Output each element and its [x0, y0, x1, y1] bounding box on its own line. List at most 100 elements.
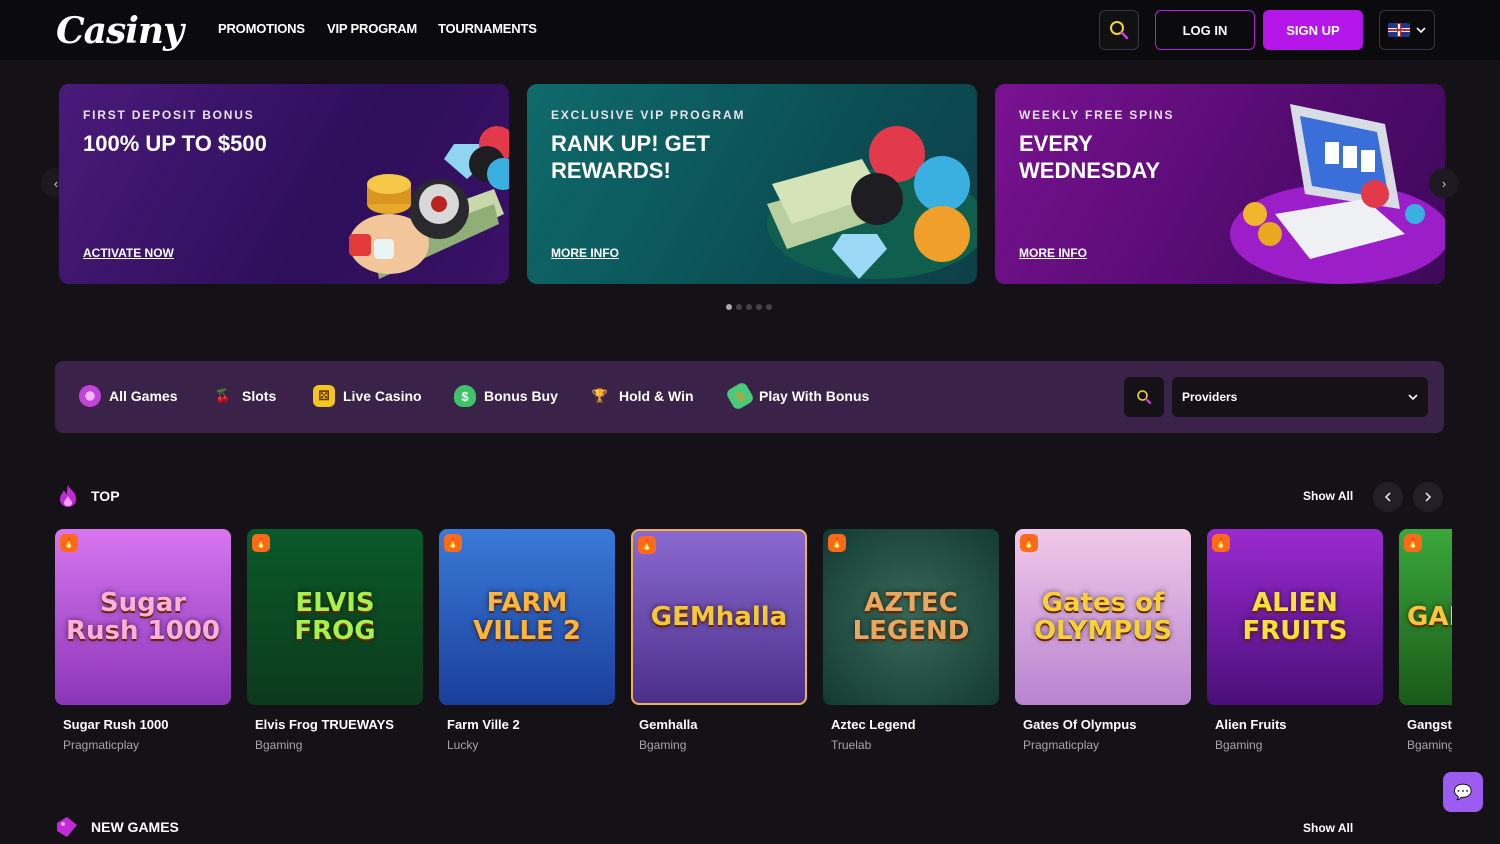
- game-card[interactable]: 🔥 ALIEN FRUITS Alien Fruits Bgaming: [1207, 529, 1383, 752]
- slot-computer-illustration: [1230, 104, 1445, 284]
- game-art-title: AZTEC LEGEND: [852, 588, 970, 646]
- login-button[interactable]: LOG IN: [1155, 10, 1255, 50]
- nav-tournaments[interactable]: TOURNAMENTS: [438, 21, 537, 36]
- banner-title: EVERY WEDNESDAY: [1019, 131, 1160, 183]
- category-live-casino[interactable]: ⚄ Live Casino: [313, 385, 422, 407]
- hot-badge-icon: 🔥: [1020, 534, 1038, 552]
- chevron-right-icon: [1425, 492, 1432, 502]
- game-provider: Pragmaticplay: [63, 738, 140, 752]
- top-next-button[interactable]: [1413, 482, 1443, 512]
- game-name: Gates Of Olympus: [1023, 717, 1137, 732]
- search-icon: [1137, 390, 1151, 404]
- casiny-logo[interactable]: Casiny: [56, 10, 184, 52]
- carousel-dot[interactable]: [736, 304, 742, 310]
- game-name: Elvis Frog TRUEWAYS: [255, 717, 394, 732]
- game-art-title: GEMhalla: [650, 602, 788, 632]
- game-name: Farm Ville 2: [447, 717, 520, 732]
- category-hold-and-win[interactable]: 🏆 Hold & Win: [589, 385, 694, 407]
- trophy-icon: 🏆: [591, 388, 609, 403]
- signup-button[interactable]: SIGN UP: [1263, 10, 1363, 50]
- game-provider: Bgaming: [1407, 738, 1452, 752]
- banner-weekly-free-spins[interactable]: WEEKLY FREE SPINS EVERY WEDNESDAY MORE I…: [995, 84, 1445, 284]
- game-card[interactable]: 🔥 GAN Gangsta Bgaming: [1399, 529, 1452, 752]
- providers-select[interactable]: Providers: [1172, 377, 1428, 417]
- carousel-dot[interactable]: [756, 304, 762, 310]
- providers-placeholder: Providers: [1182, 390, 1238, 404]
- game-provider: Bgaming: [255, 738, 303, 752]
- more-info-link[interactable]: MORE INFO: [1019, 246, 1087, 260]
- hot-badge-icon: 🔥: [638, 536, 656, 554]
- dice-icon: ⚄: [313, 385, 335, 407]
- game-name: Gangsta: [1407, 717, 1452, 732]
- chevron-left-icon: [1384, 492, 1391, 502]
- banner-vip-program[interactable]: EXCLUSIVE VIP PROGRAM RANK UP! GET REWAR…: [527, 84, 977, 284]
- game-card[interactable]: 🔥 GEMhalla Gemhalla Bgaming: [631, 529, 807, 752]
- new-tag-icon: [57, 817, 77, 837]
- category-bar: All Games 🍒 Slots ⚄ Live Casino $ Bonus …: [55, 361, 1444, 433]
- game-name: Aztec Legend: [831, 717, 916, 732]
- banner-first-deposit[interactable]: FIRST DEPOSIT BONUS 100% UP TO $500 ACTI…: [59, 84, 509, 284]
- bonus-icon: $: [724, 380, 756, 412]
- nav-promotions[interactable]: PROMOTIONS: [218, 21, 305, 36]
- all-games-icon: [79, 385, 101, 407]
- game-thumbnail: 🔥 FARM VILLE 2: [439, 529, 615, 705]
- casino-chips-illustration: [349, 126, 509, 279]
- game-card[interactable]: 🔥 FARM VILLE 2 Farm Ville 2 Lucky: [439, 529, 615, 752]
- game-name: Sugar Rush 1000: [63, 717, 169, 732]
- category-slots[interactable]: 🍒 Slots: [212, 385, 276, 407]
- carousel-next-button[interactable]: ›: [1429, 168, 1459, 198]
- category-all-games[interactable]: All Games: [79, 385, 177, 407]
- cherry-icon: 🍒: [214, 388, 232, 403]
- banner-title: RANK UP! GET REWARDS!: [551, 131, 710, 183]
- category-label: Bonus Buy: [484, 388, 558, 404]
- game-thumbnail: 🔥 AZTEC LEGEND: [823, 529, 999, 705]
- language-selector[interactable]: [1379, 10, 1435, 50]
- chat-support-button[interactable]: 💬: [1443, 772, 1483, 812]
- carousel-dot[interactable]: [726, 304, 732, 310]
- banner-kicker: WEEKLY FREE SPINS: [1019, 108, 1175, 122]
- show-all-new-games[interactable]: Show All: [1303, 821, 1353, 835]
- game-provider: Bgaming: [1215, 738, 1263, 752]
- games-search-button[interactable]: [1124, 377, 1164, 417]
- activate-now-link[interactable]: ACTIVATE NOW: [83, 246, 174, 260]
- game-thumbnail: 🔥 ELVIS FROG: [247, 529, 423, 705]
- game-art-title: FARM VILLE 2: [473, 588, 581, 646]
- show-all-top[interactable]: Show All: [1303, 489, 1353, 503]
- uk-flag-icon: [1388, 23, 1410, 37]
- game-thumbnail: 🔥 GAN: [1399, 529, 1452, 705]
- category-play-with-bonus[interactable]: $ Play With Bonus: [724, 380, 869, 412]
- header-search-button[interactable]: [1099, 10, 1139, 50]
- carousel-dot[interactable]: [746, 304, 752, 310]
- section-title-top: TOP: [91, 488, 120, 504]
- hot-badge-icon: 🔥: [444, 534, 462, 552]
- game-thumbnail: 🔥 Sugar Rush 1000: [55, 529, 231, 705]
- more-info-link[interactable]: MORE INFO: [551, 246, 619, 260]
- game-thumbnail: 🔥 ALIEN FRUITS: [1207, 529, 1383, 705]
- banner-kicker: FIRST DEPOSIT BONUS: [83, 108, 255, 122]
- game-name: Gemhalla: [639, 717, 698, 732]
- game-thumbnail: 🔥 GEMhalla: [631, 529, 807, 705]
- game-art-title: Gates of OLYMPUS: [1033, 588, 1173, 646]
- hot-badge-icon: 🔥: [828, 534, 846, 552]
- category-bonus-buy[interactable]: $ Bonus Buy: [454, 385, 558, 407]
- game-card[interactable]: 🔥 AZTEC LEGEND Aztec Legend Truelab: [823, 529, 999, 752]
- game-name: Alien Fruits: [1215, 717, 1287, 732]
- carousel-dots: [726, 304, 772, 310]
- game-card[interactable]: 🔥 Sugar Rush 1000 Sugar Rush 1000 Pragma…: [55, 529, 231, 752]
- hot-badge-icon: 🔥: [1212, 534, 1230, 552]
- game-card[interactable]: 🔥 Gates of OLYMPUS Gates Of Olympus Prag…: [1015, 529, 1191, 752]
- category-label: Hold & Win: [619, 388, 694, 404]
- money-bag-icon: $: [454, 385, 476, 407]
- game-provider: Bgaming: [639, 738, 687, 752]
- banner-kicker: EXCLUSIVE VIP PROGRAM: [551, 108, 746, 122]
- top-prev-button[interactable]: [1373, 482, 1403, 512]
- nav-vip-program[interactable]: VIP PROGRAM: [327, 21, 417, 36]
- game-provider: Lucky: [447, 738, 479, 752]
- fire-icon: [60, 485, 76, 507]
- game-art-title: GAN: [1407, 602, 1452, 632]
- carousel-dot[interactable]: [766, 304, 772, 310]
- game-card[interactable]: 🔥 ELVIS FROG Elvis Frog TRUEWAYS Bgaming: [247, 529, 423, 752]
- game-provider: Truelab: [831, 738, 872, 752]
- game-art-title: ALIEN FRUITS: [1242, 588, 1348, 646]
- chevron-down-icon: [1408, 394, 1418, 401]
